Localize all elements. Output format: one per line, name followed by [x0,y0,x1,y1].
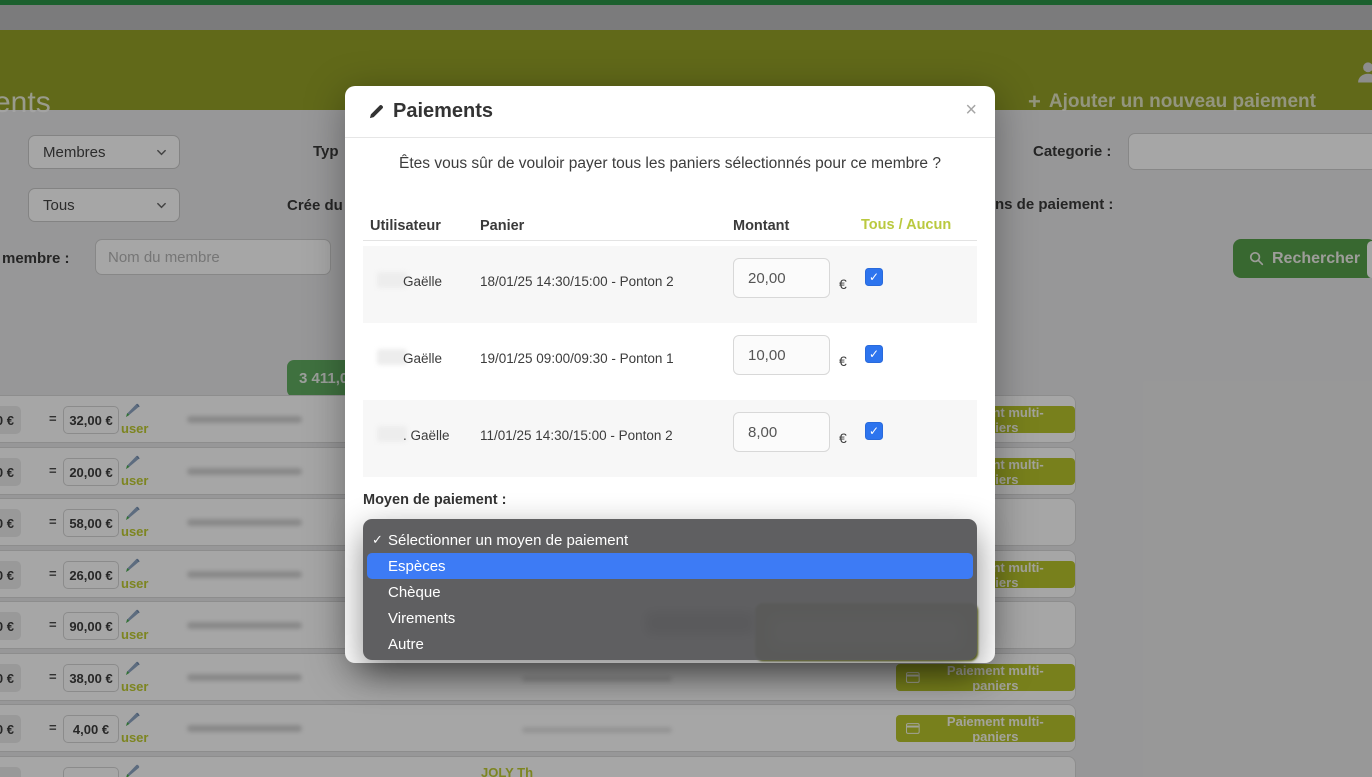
row-montant-input[interactable] [733,258,830,298]
col-header-montant: Montant [733,218,789,234]
payment-option[interactable]: Espèces [367,553,973,579]
payment-option[interactable]: ✓ Sélectionner un moyen de paiement [367,527,973,553]
row-checkbox[interactable]: ✓ [865,268,883,286]
row-currency: € [839,276,847,292]
selected-check-icon: ✓ [372,532,383,548]
modal-basket-row: Gaëlle 19/01/25 09:00/09:30 - Ponton 1 € ✓ [363,323,977,400]
row-montant-input[interactable] [733,335,830,375]
row-panier-text: 11/01/25 14:30/15:00 - Ponton 2 [480,428,673,443]
col-header-panier: Panier [480,218,524,234]
modal-basket-row: Gaëlle 18/01/25 14:30/15:00 - Ponton 2 € ✓ [363,246,977,323]
row-user-name: . Gaëlle [403,428,450,443]
row-checkbox[interactable]: ✓ [865,422,883,440]
row-panier-text: 18/01/25 14:30/15:00 - Ponton 2 [480,274,674,289]
payment-method-dropdown: ✓ Sélectionner un moyen de paiement Espèce… [363,519,977,660]
modal-title-text: Paiements [393,100,493,123]
row-panier-text: 19/01/25 09:00/09:30 - Ponton 1 [480,351,674,366]
payment-option[interactable]: Chèque [367,579,973,605]
payment-option-label: Virements [388,610,455,627]
row-currency: € [839,353,847,369]
row-user-name: Gaëlle [403,274,442,289]
payment-option[interactable]: Autre [367,631,973,657]
select-all-toggle[interactable]: Tous / Aucun [861,217,951,233]
confirm-message: Êtes vous sûr de vouloir payer tous les … [345,155,995,173]
row-checkbox[interactable]: ✓ [865,345,883,363]
col-header-utilisateur: Utilisateur [370,218,441,234]
row-user-name: Gaëlle [403,351,442,366]
payment-option-label: Espèces [388,558,446,575]
row-montant-input[interactable] [733,412,830,452]
payment-option-label: Sélectionner un moyen de paiement [388,532,628,549]
payment-option-label: Autre [388,636,424,653]
modal-basket-row: . Gaëlle 11/01/25 14:30/15:00 - Ponton 2 €… [363,400,977,477]
payment-option[interactable]: Virements [367,605,973,631]
row-currency: € [839,430,847,446]
modal-header: Paiements × [345,86,995,138]
paiements-modal: Paiements × Êtes vous sûr de vouloir pay… [345,86,995,663]
payment-option-label: Chèque [388,584,441,601]
table-header-divider [363,240,977,241]
moyen-paiement-label: Moyen de paiement : [363,492,506,508]
screen: ents ⚙⚙ Config + Ajouter un nouveau paie… [0,0,1372,777]
pencil-icon [369,104,384,119]
close-icon[interactable]: × [965,100,977,120]
modal-title: Paiements [369,100,493,123]
